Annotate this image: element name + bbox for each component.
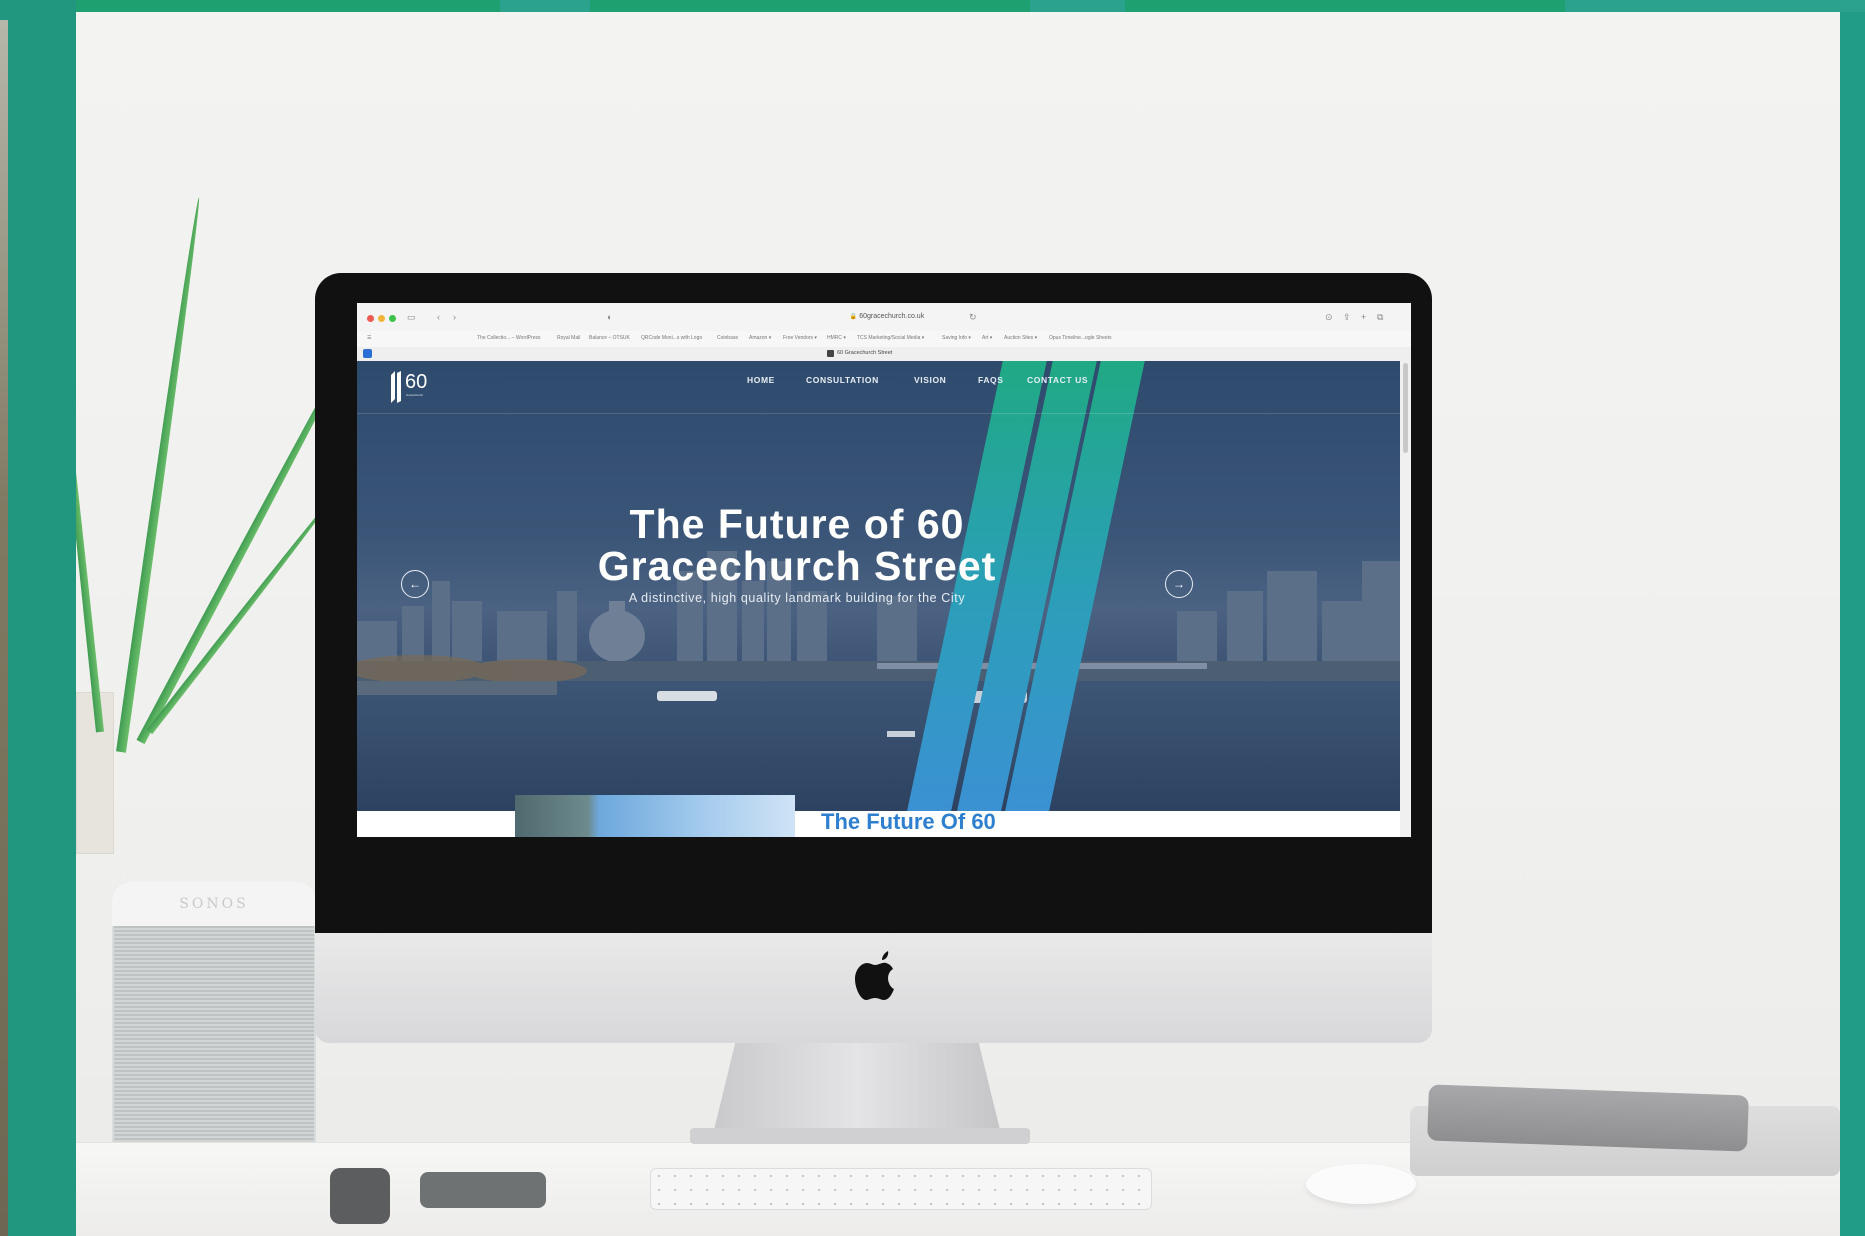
- slider-next-button[interactable]: →: [1165, 570, 1193, 598]
- plant-leaf: [116, 196, 204, 753]
- privacy-icon[interactable]: ◐: [607, 311, 612, 323]
- window-close-button[interactable]: [367, 315, 374, 322]
- hero-title-line: The Future of 60: [629, 501, 965, 547]
- boat: [657, 691, 717, 701]
- boat: [887, 731, 915, 737]
- bookmarks-bar: ☰ The Collectio... – WordPress Royal Mai…: [357, 331, 1411, 348]
- sidebar-icon[interactable]: ▭: [407, 311, 416, 323]
- monitor-screen: ▭ ‹ › ◐ 🔒 60gracechurch.co.uk ↻ ⊙ ⇪ + ⧉ …: [357, 303, 1411, 837]
- arrow-left-icon: ←: [409, 577, 421, 591]
- bookmark-item[interactable]: Coinbase: [717, 335, 738, 341]
- monitor-bezel: ▭ ‹ › ◐ 🔒 60gracechurch.co.uk ↻ ⊙ ⇪ + ⧉ …: [315, 273, 1432, 933]
- speaker-brand-label: SONOS: [179, 896, 249, 912]
- frame-top-segment: [500, 0, 590, 12]
- nav-vision[interactable]: VISION: [914, 375, 946, 385]
- address-bar[interactable]: 🔒 60gracechurch.co.uk: [827, 312, 947, 322]
- imac-monitor: ▭ ‹ › ◐ 🔒 60gracechurch.co.uk ↻ ⊙ ⇪ + ⧉ …: [315, 273, 1432, 1043]
- lock-icon: 🔒: [849, 314, 858, 320]
- tabs-overview-icon[interactable]: ⧉: [1377, 311, 1383, 323]
- bookmark-item[interactable]: Free Vendors ▾: [783, 335, 817, 341]
- share-icon[interactable]: ⇪: [1343, 311, 1351, 323]
- hero-title-line: Gracechurch Street: [597, 543, 997, 589]
- bookmark-item[interactable]: Art ▾: [982, 335, 992, 341]
- window-minimize-button[interactable]: [378, 315, 385, 322]
- logo-number: 60: [405, 371, 428, 393]
- bookmark-item[interactable]: HMRC ▾: [827, 335, 846, 341]
- keyboard: [650, 1168, 1152, 1210]
- back-button[interactable]: ‹: [437, 311, 440, 323]
- arrow-right-icon: →: [1173, 577, 1185, 591]
- download-icon[interactable]: ⊙: [1325, 311, 1333, 323]
- header-divider: [357, 413, 1400, 414]
- frame-top-segment: [1565, 0, 1865, 12]
- river-bank: [357, 681, 557, 695]
- nav-consultation[interactable]: CONSULTATION: [806, 375, 879, 385]
- section-heading: The Future Of 60: [821, 809, 996, 834]
- tab-bar: 60 Gracechurch Street: [357, 347, 1411, 362]
- logo-subtext: Gracechurch: [406, 393, 424, 397]
- sonos-speaker: SONOS: [112, 882, 316, 1172]
- bookmark-item[interactable]: Auction Sites ▾: [1004, 335, 1037, 341]
- building-photo: [515, 795, 795, 837]
- smartphone: [420, 1172, 546, 1208]
- new-tab-icon[interactable]: +: [1361, 311, 1366, 323]
- nav-home[interactable]: HOME: [747, 375, 775, 385]
- plant-leaf: [76, 274, 104, 733]
- river-thames: [357, 681, 1400, 811]
- bookmark-item[interactable]: Opus Timeline...ogle Sheets: [1049, 335, 1112, 341]
- bookmark-item[interactable]: TCS Marketing/Social Media ▾: [857, 335, 924, 341]
- hero-subtitle: A distinctive, high quality landmark bui…: [628, 591, 966, 605]
- slider-prev-button[interactable]: ←: [401, 570, 429, 598]
- magic-mouse: [1306, 1164, 1416, 1204]
- frame-top-segment: [1030, 0, 1125, 12]
- bookmark-item[interactable]: Amazon ▾: [749, 335, 771, 341]
- bookmark-item[interactable]: Balance – OTSUK: [589, 335, 630, 341]
- frame-left-photo-strip: [0, 20, 8, 1236]
- address-bar-url: 60gracechurch.co.uk: [859, 313, 925, 320]
- tab-favicon-icon: [827, 350, 834, 357]
- monitor-stand-base: [690, 1128, 1030, 1144]
- tab-group-icon[interactable]: [363, 349, 372, 358]
- bookmark-item[interactable]: The Collectio... – WordPress: [477, 335, 541, 341]
- bookmark-item[interactable]: Saving Info ▾: [942, 335, 971, 341]
- monitor-chin: [315, 933, 1432, 1043]
- reload-icon[interactable]: ↻: [969, 311, 977, 323]
- nav-contact-us[interactable]: CONTACT US: [1027, 375, 1088, 385]
- scrollbar-thumb[interactable]: [1403, 363, 1408, 453]
- frame-left-bar: [0, 0, 76, 1236]
- bookmark-item[interactable]: Royal Mail: [557, 335, 580, 341]
- tablet: [1427, 1084, 1749, 1152]
- tab-title[interactable]: 60 Gracechurch Street: [837, 350, 937, 356]
- apple-logo-icon: [855, 951, 894, 1000]
- nav-faqs[interactable]: FAQS: [978, 375, 1004, 385]
- bookmark-item[interactable]: QRCode Moni...s with Logo: [641, 335, 702, 341]
- forward-button[interactable]: ›: [453, 311, 456, 323]
- monitor-stand: [712, 1043, 1002, 1138]
- plant-leaf: [146, 493, 337, 735]
- smartwatch: [330, 1168, 390, 1224]
- frame-top-bar: [0, 0, 1865, 12]
- logo-mark-icon: [391, 371, 401, 403]
- browser-toolbar: ▭ ‹ › ◐ 🔒 60gracechurch.co.uk ↻ ⊙ ⇪ + ⧉: [357, 303, 1411, 332]
- page-scrollbar[interactable]: [1400, 361, 1411, 837]
- window-zoom-button[interactable]: [389, 315, 396, 322]
- hero-title: The Future of 60 Gracechurch Street: [587, 503, 1007, 587]
- bookmarks-sidebar-icon[interactable]: ☰: [367, 335, 371, 341]
- hero-banner: 60 Gracechurch HOME CONSULTATION VISION …: [357, 361, 1400, 811]
